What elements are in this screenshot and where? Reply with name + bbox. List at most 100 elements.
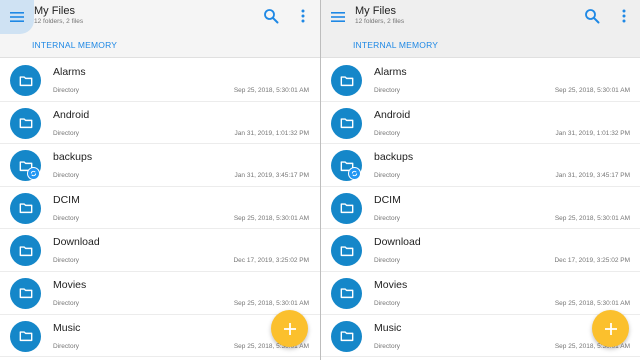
file-manager-screen-right: My Files 12 folders, 2 files INTERNAL ME…	[321, 0, 640, 360]
file-list: Alarms Directory Sep 25, 2018, 5:30:01 A…	[321, 59, 640, 358]
file-name: Music	[53, 321, 81, 334]
file-type: Directory	[53, 214, 80, 222]
list-item[interactable]: Android Directory Jan 31, 2019, 1:01:32 …	[0, 102, 320, 145]
file-name: DCIM	[53, 193, 80, 206]
hamburger-menu-icon	[331, 12, 345, 22]
file-type: Directory	[53, 87, 80, 94]
file-date: Dec 17, 2019, 3:25:02 PM	[233, 257, 309, 265]
list-item[interactable]: Music Directory Sep 25, 2018, 5:30:01 AM	[321, 315, 640, 358]
folder-icon	[19, 246, 32, 256]
file-type: Directory	[53, 172, 80, 180]
file-name: Android	[53, 108, 90, 121]
folder-icon	[340, 203, 353, 214]
folder-avatar	[331, 277, 362, 309]
file-type: Directory	[374, 342, 401, 350]
file-date: Dec 17, 2019, 3:25:02 PM	[554, 257, 630, 265]
file-date: Jan 31, 2019, 3:45:17 PM	[234, 172, 309, 180]
file-name: Music	[374, 321, 402, 334]
toolbar: My Files 12 folders, 2 files INTERNAL ME…	[0, 0, 320, 58]
file-date: Sep 25, 2018, 5:30:01 AM	[554, 299, 630, 307]
folder-icon	[19, 75, 32, 86]
file-date: Jan 31, 2019, 1:01:32 PM	[234, 129, 309, 137]
file-type: Directory	[374, 129, 401, 137]
list-item[interactable]: Alarms Directory Sep 25, 2018, 5:30:01 A…	[321, 59, 640, 102]
page-title: My Files	[34, 5, 75, 17]
file-type: Directory	[374, 172, 401, 180]
list-item[interactable]: Android Directory Jan 31, 2019, 1:01:32 …	[321, 102, 640, 145]
folder-avatar	[10, 192, 41, 224]
folder-avatar	[10, 65, 41, 96]
sync-badge	[348, 167, 361, 181]
file-type: Directory	[374, 87, 401, 94]
folder-avatar	[331, 107, 362, 139]
file-date: Sep 25, 2018, 5:30:01 AM	[554, 87, 630, 94]
file-name: Android	[374, 108, 411, 121]
page-title: My Files	[355, 5, 396, 17]
file-date: Jan 31, 2019, 3:45:17 PM	[555, 172, 630, 180]
folder-avatar	[331, 320, 362, 352]
folder-icon	[340, 75, 353, 86]
list-item[interactable]: Download Directory Dec 17, 2019, 3:25:02…	[0, 229, 320, 272]
sync-badge	[27, 167, 40, 181]
file-list: Alarms Directory Sep 25, 2018, 5:30:01 A…	[0, 59, 320, 358]
sync-badge-icon	[351, 171, 358, 177]
file-name: Movies	[374, 278, 408, 291]
folder-avatar	[10, 107, 41, 139]
hamburger-menu-icon	[10, 12, 24, 22]
file-type: Directory	[374, 257, 401, 265]
list-item[interactable]: Movies Directory Sep 25, 2018, 5:30:01 A…	[321, 272, 640, 315]
file-type: Directory	[53, 129, 80, 137]
file-name: Alarms	[374, 66, 407, 78]
search-icon[interactable]	[263, 8, 279, 24]
list-item[interactable]: Download Directory Dec 17, 2019, 3:25:02…	[321, 229, 640, 272]
file-type: Directory	[374, 214, 401, 222]
add-button[interactable]	[592, 310, 629, 347]
folder-avatar	[10, 320, 41, 352]
file-manager-screen-left: My Files 12 folders, 2 files INTERNAL ME…	[0, 0, 320, 360]
folder-avatar	[331, 192, 362, 224]
folder-avatar	[331, 65, 362, 96]
list-item[interactable]: backups Directory Jan 31, 2019, 3:45:17 …	[0, 144, 320, 187]
more-vert-icon[interactable]	[297, 8, 309, 24]
file-name: backups	[53, 151, 93, 164]
file-name: backups	[374, 151, 414, 164]
file-date: Sep 25, 2018, 5:30:01 AM	[233, 87, 309, 94]
list-item[interactable]: DCIM Directory Sep 25, 2018, 5:30:01 AM	[321, 187, 640, 230]
file-name: Alarms	[53, 66, 86, 78]
breadcrumb[interactable]: INTERNAL MEMORY	[353, 40, 438, 50]
file-type: Directory	[53, 342, 80, 350]
list-item[interactable]: backups Directory Jan 31, 2019, 3:45:17 …	[321, 144, 640, 187]
file-name: Download	[53, 236, 100, 249]
folder-avatar	[331, 235, 362, 267]
menu-button[interactable]	[321, 0, 355, 34]
file-type: Directory	[53, 257, 80, 265]
sync-badge-icon	[30, 171, 37, 177]
menu-button[interactable]	[0, 0, 34, 34]
file-date: Sep 25, 2018, 5:30:01 AM	[233, 214, 309, 222]
folder-icon	[340, 246, 353, 256]
file-date: Sep 25, 2018, 5:30:01 AM	[554, 214, 630, 222]
search-icon[interactable]	[584, 8, 600, 24]
page-subtitle: 12 folders, 2 files	[355, 18, 405, 25]
folder-icon	[340, 288, 353, 299]
breadcrumb[interactable]: INTERNAL MEMORY	[32, 40, 117, 50]
list-item[interactable]: DCIM Directory Sep 25, 2018, 5:30:01 AM	[0, 187, 320, 230]
folder-icon	[19, 203, 32, 214]
more-vert-icon[interactable]	[618, 8, 630, 24]
add-button[interactable]	[271, 310, 308, 347]
folder-avatar	[10, 235, 41, 267]
folder-icon	[340, 118, 353, 129]
file-name: DCIM	[374, 193, 401, 206]
folder-avatar	[10, 277, 41, 309]
plus-icon	[283, 322, 296, 335]
folder-icon	[19, 288, 32, 299]
list-item[interactable]: Alarms Directory Sep 25, 2018, 5:30:01 A…	[0, 59, 320, 102]
list-item[interactable]: Movies Directory Sep 25, 2018, 5:30:01 A…	[0, 272, 320, 315]
file-name: Movies	[53, 278, 87, 291]
file-date: Sep 25, 2018, 5:30:01 AM	[233, 299, 309, 307]
file-type: Directory	[374, 299, 401, 307]
file-date: Jan 31, 2019, 1:01:32 PM	[555, 129, 630, 137]
folder-icon	[19, 118, 32, 129]
page-subtitle: 12 folders, 2 files	[34, 18, 84, 25]
file-name: Download	[374, 236, 421, 249]
